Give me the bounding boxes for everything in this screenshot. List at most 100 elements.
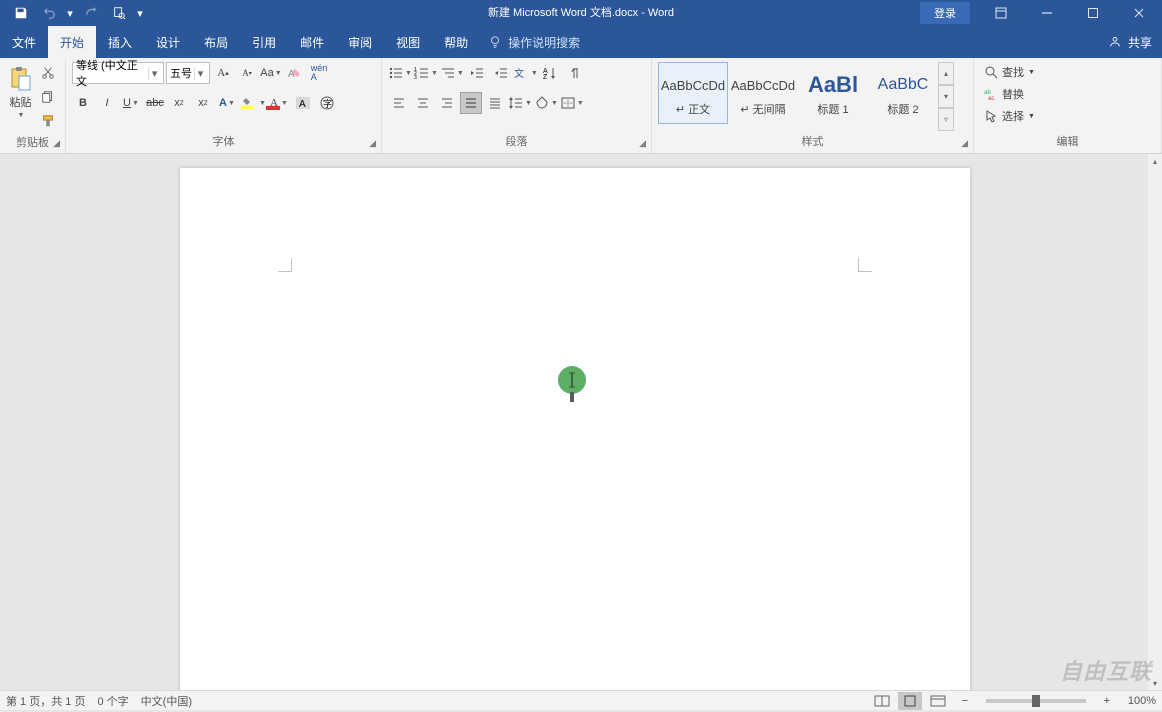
character-shading-button[interactable]: A [292, 92, 314, 114]
margin-marker-top-right [858, 258, 872, 272]
italic-button[interactable]: I [96, 92, 118, 114]
replace-icon: abac [984, 87, 998, 101]
cut-button[interactable] [37, 62, 59, 84]
styles-scroll-up[interactable]: ▴ [938, 62, 954, 85]
read-mode-button[interactable] [870, 692, 894, 710]
web-layout-button[interactable] [926, 692, 950, 710]
clipboard-launcher[interactable]: ◢ [51, 137, 62, 150]
status-language[interactable]: 中文(中国) [141, 693, 192, 709]
styles-launcher[interactable]: ◢ [959, 137, 970, 150]
tab-insert[interactable]: 插入 [96, 26, 144, 58]
style-normal[interactable]: AaBbCcDd ↵ 正文 [658, 62, 728, 124]
styles-group-label: 样式 [658, 131, 967, 153]
grow-font-button[interactable]: A▴ [212, 62, 234, 84]
tab-design[interactable]: 设计 [144, 26, 192, 58]
styles-expand[interactable]: ▿ [938, 108, 954, 131]
numbering-button[interactable]: 123▼ [414, 62, 438, 84]
show-marks-button[interactable] [564, 62, 586, 84]
line-spacing-button[interactable]: ▼ [508, 92, 532, 114]
ribbon-display-options-icon[interactable] [978, 0, 1024, 26]
paragraph-launcher[interactable]: ◢ [637, 137, 648, 150]
tab-references[interactable]: 引用 [240, 26, 288, 58]
qat-customize-dropdown[interactable]: ▾ [134, 0, 146, 26]
find-button[interactable]: 查找▼ [980, 62, 1039, 82]
align-center-button[interactable] [412, 92, 434, 114]
font-group-label: 字体 [72, 131, 375, 153]
align-right-button[interactable] [436, 92, 458, 114]
bold-button[interactable]: B [72, 92, 94, 114]
lightbulb-icon [488, 35, 502, 49]
page[interactable] [180, 168, 970, 690]
text-effects-button[interactable]: A▼ [216, 92, 238, 114]
cursor-icon [984, 109, 998, 123]
vertical-scrollbar[interactable]: ▴ ▾ [1148, 154, 1162, 690]
underline-button[interactable]: U▼ [120, 92, 142, 114]
distributed-button[interactable] [484, 92, 506, 114]
superscript-button[interactable]: x2 [192, 92, 214, 114]
highlight-button[interactable]: ▼ [240, 92, 266, 114]
align-left-button[interactable] [388, 92, 410, 114]
asian-layout-button[interactable]: 文▼ [514, 62, 538, 84]
tab-view[interactable]: 视图 [384, 26, 432, 58]
login-button[interactable]: 登录 [920, 2, 970, 24]
strikethrough-button[interactable]: abc [144, 92, 166, 114]
status-word-count[interactable]: 0 个字 [97, 693, 128, 709]
bullets-button[interactable]: ▼ [388, 62, 412, 84]
select-button[interactable]: 选择▼ [980, 106, 1039, 126]
tab-review[interactable]: 审阅 [336, 26, 384, 58]
close-icon[interactable] [1116, 0, 1162, 26]
shrink-font-button[interactable]: A▾ [236, 62, 258, 84]
phonetic-guide-button[interactable]: wénA [308, 62, 330, 84]
change-case-button[interactable]: Aa▼ [260, 62, 282, 84]
style-heading-1[interactable]: AaBl 标题 1 [798, 62, 868, 124]
format-painter-button[interactable] [37, 110, 59, 132]
enclose-characters-button[interactable]: 字 [316, 92, 338, 114]
styles-scroll-down[interactable]: ▾ [938, 85, 954, 108]
zoom-out-button[interactable]: − [954, 690, 976, 712]
replace-button[interactable]: abac替换 [980, 84, 1039, 104]
sort-button[interactable]: AZ [540, 62, 562, 84]
undo-dropdown[interactable]: ▾ [64, 0, 76, 26]
svg-text:Z: Z [543, 74, 548, 80]
print-preview-icon[interactable] [106, 0, 132, 26]
paragraph-group-label: 段落 [388, 131, 645, 153]
zoom-level[interactable]: 100% [1128, 695, 1156, 707]
tab-home[interactable]: 开始 [48, 26, 96, 58]
paste-label: 粘贴 [10, 94, 32, 110]
tab-file[interactable]: 文件 [0, 26, 48, 58]
tab-mailings[interactable]: 邮件 [288, 26, 336, 58]
clear-formatting-button[interactable]: A [284, 62, 306, 84]
style-no-spacing[interactable]: AaBbCcDd ↵ 无间隔 [728, 62, 798, 124]
zoom-slider[interactable] [986, 699, 1086, 703]
svg-text:A: A [299, 99, 306, 110]
print-layout-button[interactable] [898, 692, 922, 710]
status-page[interactable]: 第 1 页，共 1 页 [6, 693, 85, 709]
paste-button[interactable]: 粘贴 ▼ [6, 62, 35, 122]
increase-indent-button[interactable] [490, 62, 512, 84]
maximize-icon[interactable] [1070, 0, 1116, 26]
minimize-icon[interactable] [1024, 0, 1070, 26]
tell-me-search[interactable]: 操作说明搜索 [480, 26, 588, 58]
font-name-combo[interactable]: 等线 (中文正文▾ [72, 62, 164, 84]
multilevel-list-button[interactable]: ▼ [440, 62, 464, 84]
save-icon[interactable] [8, 0, 34, 26]
share-button[interactable]: 共享 [1128, 34, 1152, 51]
borders-button[interactable]: ▼ [560, 92, 584, 114]
scroll-up-icon[interactable]: ▴ [1148, 154, 1162, 168]
redo-icon[interactable] [78, 0, 104, 26]
subscript-button[interactable]: x2 [168, 92, 190, 114]
zoom-in-button[interactable]: + [1096, 690, 1118, 712]
decrease-indent-button[interactable] [466, 62, 488, 84]
tab-layout[interactable]: 布局 [192, 26, 240, 58]
shading-button[interactable]: ▼ [534, 92, 558, 114]
font-color-button[interactable]: A▼ [268, 92, 290, 114]
style-heading-2[interactable]: AaBbC 标题 2 [868, 62, 938, 124]
tab-help[interactable]: 帮助 [432, 26, 480, 58]
font-launcher[interactable]: ◢ [367, 137, 378, 150]
document-canvas[interactable] [0, 154, 1148, 690]
justify-button[interactable] [460, 92, 482, 114]
undo-icon[interactable] [36, 0, 62, 26]
copy-button[interactable] [37, 86, 59, 108]
font-size-combo[interactable]: 五号▾ [166, 62, 210, 84]
search-icon [984, 65, 998, 79]
